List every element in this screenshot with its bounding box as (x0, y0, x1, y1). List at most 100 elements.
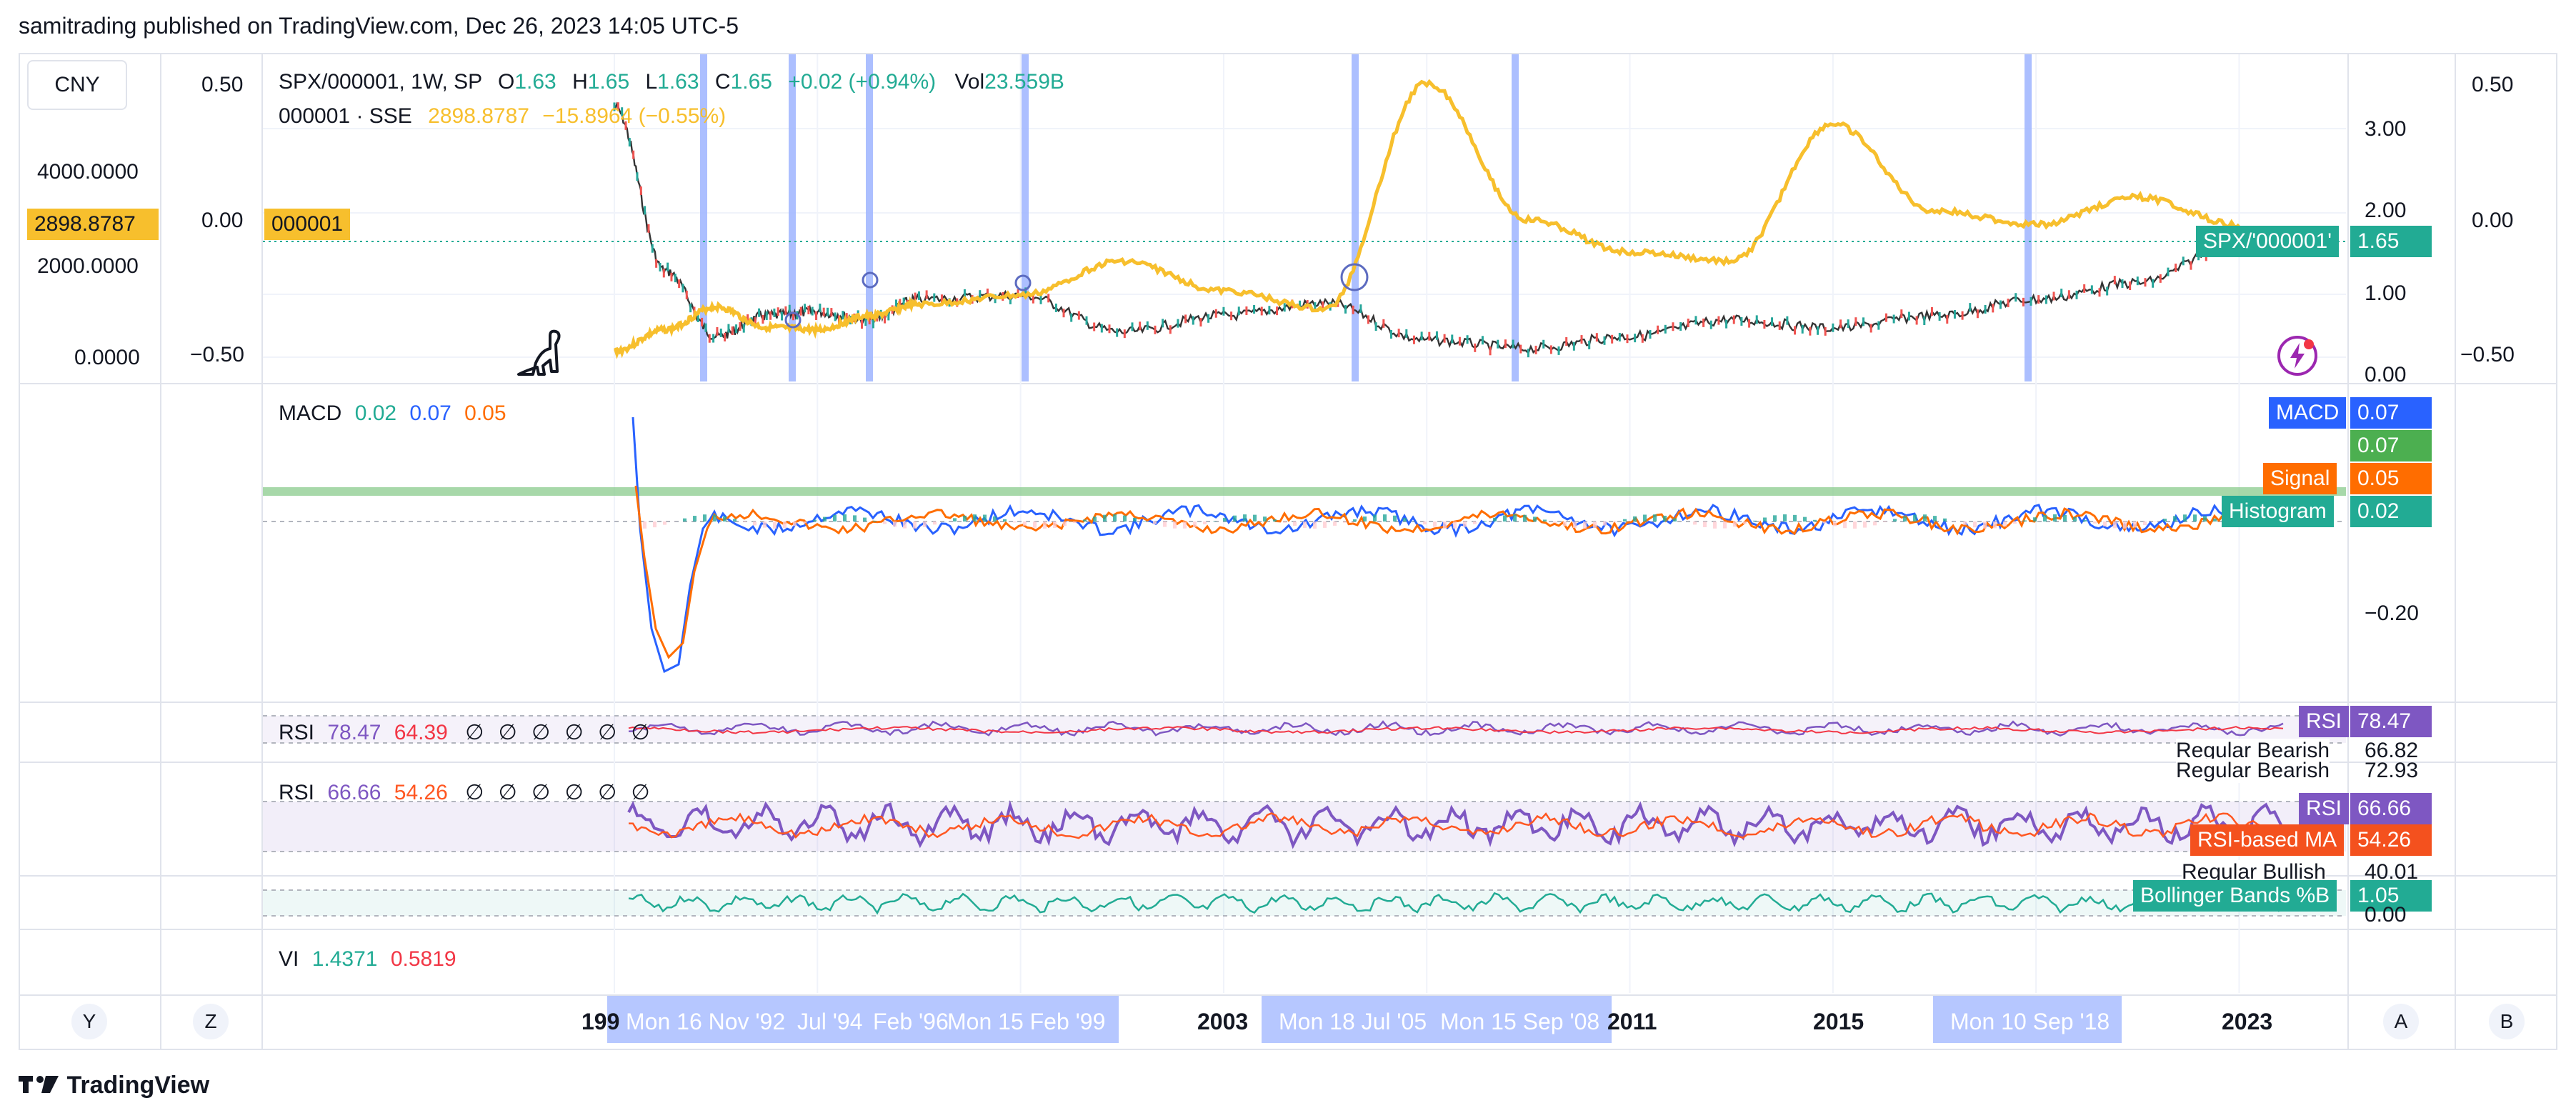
price-tick: 0.0000 (74, 346, 140, 369)
histogram-bar (1373, 514, 1377, 521)
time-range-label: Mon 18 Jul '05 (1279, 1009, 1427, 1034)
histogram-bar (743, 521, 747, 523)
percent-tick: 0.50 (201, 73, 244, 96)
auto-scale-button[interactable]: A (2383, 1004, 2419, 1039)
ratio-tick: 3.00 (2365, 117, 2407, 141)
compare-change: −15.8964 (−0.55%) (542, 104, 727, 128)
macd-legend[interactable]: MACD 0.02 0.07 0.05 (279, 401, 506, 426)
histogram-bar (1053, 521, 1057, 529)
histogram-bar (1103, 514, 1107, 521)
histogram-bar (1563, 521, 1567, 526)
histogram-bar (1093, 516, 1097, 521)
ratio-tick: 0.00 (2365, 363, 2407, 386)
rsi1-legend[interactable]: RSI 78.47 64.39 ∅ ∅ ∅ ∅ ∅ ∅ (279, 720, 654, 745)
histogram-bar (1633, 516, 1637, 521)
time-axis-label: 2023 (2222, 1009, 2273, 1034)
histogram-bar (1513, 514, 1517, 521)
rsi1-empty-values: ∅ ∅ ∅ ∅ ∅ ∅ (465, 721, 654, 744)
histogram-bar (803, 521, 807, 524)
histogram-bar (1393, 515, 1397, 521)
compare-legend[interactable]: 000001 · SSE 2898.8787 −15.8964 (−0.55%) (279, 104, 726, 129)
histogram-bar (813, 519, 817, 521)
histogram-bar (1773, 515, 1777, 521)
highlight-band (1352, 54, 1359, 381)
histogram-bar (1403, 518, 1407, 521)
histogram-bar (1703, 521, 1707, 527)
bb-tag-label: Bollinger Bands %B (2133, 880, 2337, 912)
histogram-tag-label: Histogram (2222, 496, 2334, 527)
symbol-label[interactable]: SPX/000001, 1W, SP (279, 70, 482, 94)
macd-tick: −0.20 (2365, 602, 2419, 625)
compare-symbol[interactable]: 000001 · SSE (279, 104, 412, 128)
time-axis-label: 2015 (1813, 1009, 1864, 1034)
ohlc-low-label: L (645, 70, 658, 94)
z-button[interactable]: Z (193, 1004, 229, 1039)
histogram-bar (2193, 514, 2197, 521)
ohlc-low: 1.63 (657, 70, 699, 94)
histogram-bar (1063, 521, 1067, 526)
histogram-bar (2103, 521, 2107, 526)
time-axis-label: 2003 (1197, 1009, 1249, 1034)
vi-legend[interactable]: VI 1.4371 0.5819 (279, 947, 456, 972)
histogram-bar (1033, 521, 1037, 528)
price-tick: 4000.0000 (37, 160, 139, 184)
highlight-band (2025, 54, 2032, 381)
ohlc-close-label: C (714, 70, 731, 94)
main-legend[interactable]: SPX/000001, 1W, SP O1.63 H1.65 L1.63 C1.… (279, 70, 1064, 94)
currency-button[interactable]: CNY (27, 60, 127, 110)
histogram-bar (2083, 520, 2087, 521)
y-button[interactable]: Y (71, 1004, 107, 1039)
histogram-bar (1973, 521, 1977, 528)
histogram-bar (823, 516, 827, 521)
histogram-bar (1133, 517, 1137, 521)
histogram-bar (1003, 519, 1007, 521)
macd-line (631, 416, 2237, 674)
rsi2-tag-value: 66.66 (2350, 793, 2432, 824)
ohlc-high-label: H (572, 70, 588, 94)
b-button[interactable]: B (2489, 1004, 2525, 1039)
histogram-bar (1433, 521, 1437, 527)
histogram-bar (663, 521, 667, 525)
signal-line (634, 485, 2237, 659)
histogram-bar (883, 521, 887, 524)
histogram-bar (1833, 521, 1837, 526)
histogram-bar (893, 521, 897, 527)
ratio-tick: 1.00 (2365, 281, 2407, 305)
histogram-bar (2173, 516, 2177, 521)
histogram-bar (1343, 521, 1347, 523)
histogram-bar (2163, 519, 2167, 521)
ohlc-high: 1.65 (587, 70, 630, 94)
macd-value-macd: 0.07 (409, 401, 451, 425)
histogram-bar (1623, 519, 1627, 521)
histogram-bar (2063, 514, 2067, 521)
divergence-value: 72.93 (2365, 759, 2419, 782)
histogram-bar (1193, 521, 1197, 527)
lightning-bolt-icon[interactable] (2276, 334, 2319, 377)
percent-tick-right: 0.50 (2472, 73, 2514, 96)
histogram-bar (933, 521, 937, 525)
histogram-bar (1123, 515, 1127, 521)
rsi1-value: 78.47 (327, 721, 381, 744)
histogram-bar (713, 514, 717, 521)
histogram-bar (863, 517, 867, 521)
histogram-bar (733, 519, 737, 521)
time-range-label: Mon 15 Sep '08 (1440, 1009, 1600, 1034)
tradingview-logo[interactable]: TradingView (19, 1072, 209, 1099)
histogram-bar (1673, 518, 1677, 521)
time-range-label: Jul '94 (797, 1009, 863, 1034)
histogram-bar (1313, 521, 1317, 529)
highlight-band (866, 54, 873, 381)
time-axis-label: 2011 (1607, 1009, 1657, 1034)
rsi1-tag-label: RSI (2299, 706, 2350, 737)
compare-flag: 000001 (264, 209, 351, 240)
histogram-bar (1793, 514, 1797, 521)
ratio-tick: 2.00 (2365, 199, 2407, 222)
rsi2-legend[interactable]: RSI 66.66 54.26 ∅ ∅ ∅ ∅ ∅ ∅ (279, 780, 654, 805)
histogram-bar (1573, 521, 1577, 529)
histogram-bar (1763, 517, 1767, 521)
ohlc-open: 1.63 (514, 70, 556, 94)
macd-value-signal: 0.05 (464, 401, 506, 425)
histogram-bar (2133, 521, 2137, 528)
histogram-bar (1943, 518, 1947, 521)
histogram-bar (1603, 521, 1607, 526)
